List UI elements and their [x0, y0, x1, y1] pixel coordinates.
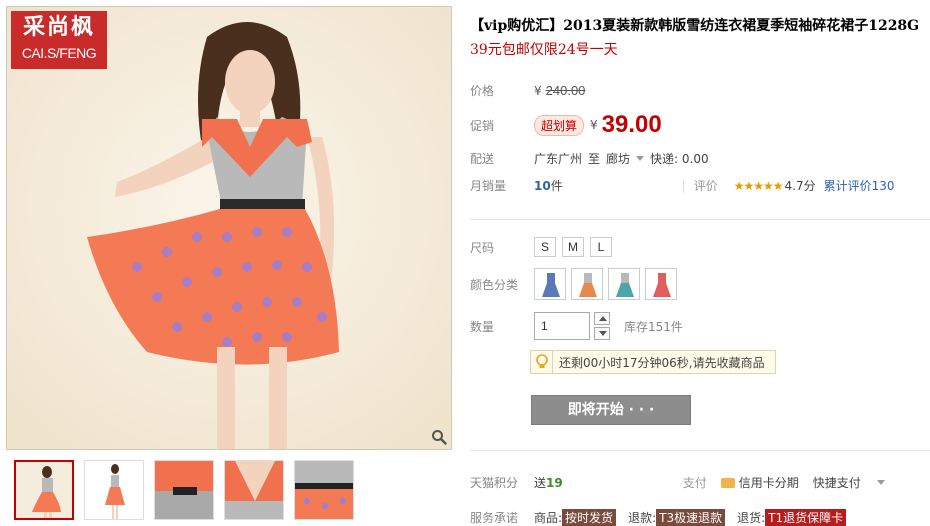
size-option-l[interactable]: L — [590, 237, 612, 257]
size-row: 尺码 S M L — [470, 237, 618, 257]
color-row: 颜色分类 — [470, 268, 682, 300]
refund-label: 退款: — [628, 511, 657, 525]
price-row: 价格 ¥ 240.00 — [470, 82, 585, 99]
quantity-input[interactable] — [534, 312, 590, 340]
magnifier-icon[interactable] — [431, 429, 447, 445]
promo-currency-symbol: ¥ — [590, 118, 598, 132]
service-promise-label: 服务承诺 — [470, 511, 519, 525]
brand-logo-en: CAI.S/FENG — [21, 45, 97, 61]
brand-logo: 采尚枫 CAI.S/FENG — [11, 11, 107, 69]
increment-button[interactable] — [594, 312, 610, 325]
size-option-s[interactable]: S — [534, 237, 556, 257]
points-give: 送 — [534, 476, 547, 490]
quantity-row: 数量 库存151件 — [470, 312, 683, 340]
payment-label: 支付 — [682, 476, 707, 490]
returns-label: 退货: — [737, 511, 766, 525]
color-swatch-orange[interactable] — [571, 268, 603, 300]
divider — [682, 178, 684, 193]
promo-badge: 超划算 — [534, 114, 585, 136]
product-subtitle: 39元包邮仅限24号一天 — [470, 42, 618, 58]
on-time-delivery-tag[interactable]: 按时发货 — [562, 509, 617, 526]
thumbnail-strip — [14, 460, 354, 522]
lightbulb-icon — [531, 351, 553, 373]
divider-line — [470, 219, 930, 220]
monthly-sales-label: 月销量 — [470, 179, 507, 193]
promo-label: 促销 — [470, 118, 495, 133]
monthly-sales-count: 10 — [534, 178, 551, 193]
divider-line — [470, 450, 930, 451]
service-promise-row: 服务承诺 商品: 按时发货 退款: T3极速退款 退货: T1退货保障卡 — [470, 509, 847, 526]
main-product-image[interactable]: 采尚枫 CAI.S/FENG — [6, 6, 452, 450]
currency-symbol: ¥ — [534, 83, 542, 98]
quick-pay-link[interactable]: 快捷支付 — [813, 474, 861, 491]
size-label: 尺码 — [470, 240, 495, 255]
color-swatch-teal[interactable] — [608, 268, 640, 300]
product-title: 【vip购优汇】2013夏装新款韩版雪纺连衣裙夏季短袖碎花裙子1228G — [470, 18, 920, 34]
chevron-down-icon[interactable] — [876, 480, 885, 485]
model-photo — [7, 7, 451, 449]
thumbnail-1[interactable] — [14, 460, 74, 520]
thumbnail-2[interactable] — [84, 460, 144, 520]
tmall-points-label: 天猫积分 — [470, 476, 519, 490]
sales-row: 月销量 10 件 评价 ★★★★★ 4.7分 累计评价130 — [470, 177, 895, 194]
color-label: 颜色分类 — [470, 277, 519, 292]
countdown-text: 还剩00小时17分钟06秒,请先收藏商品 — [559, 355, 765, 370]
express-fee: 快递: 0.00 — [650, 152, 709, 166]
size-option-m[interactable]: M — [562, 237, 584, 257]
credit-card-icon — [720, 477, 735, 488]
points-row: 天猫积分 送 19 支付 信用卡分期 快捷支付 — [470, 474, 891, 491]
promo-row: 促销 超划算 ¥ 39.00 — [470, 111, 662, 139]
color-swatch-blue[interactable] — [534, 268, 566, 300]
rating-label: 评价 — [693, 179, 718, 193]
original-price: 240.00 — [545, 83, 586, 98]
stock-count: 库存151件 — [624, 319, 683, 334]
shipping-label: 配送 — [470, 152, 495, 166]
ship-from: 广东广州 — [534, 152, 583, 166]
quantity-stepper — [594, 312, 610, 340]
fast-refund-tag[interactable]: T3极速退款 — [656, 509, 726, 526]
promo-price: 39.00 — [601, 111, 662, 138]
color-swatch-red[interactable] — [645, 268, 677, 300]
points-value: 19 — [546, 475, 563, 490]
total-reviews-link[interactable]: 累计评价130 — [824, 177, 895, 194]
chevron-down-icon[interactable] — [636, 156, 645, 161]
credit-installment-link[interactable]: 信用卡分期 — [739, 474, 799, 491]
coming-soon-button[interactable]: 即将开始 · · · — [531, 395, 691, 425]
goods-label: 商品: — [534, 511, 563, 525]
countdown-notice: 还剩00小时17分钟06秒,请先收藏商品 — [530, 350, 776, 374]
thumbnail-4[interactable] — [224, 460, 284, 520]
decrement-button[interactable] — [594, 327, 610, 340]
product-info-panel: 【vip购优汇】2013夏装新款韩版雪纺连衣裙夏季短袖碎花裙子1228G 39元… — [470, 14, 930, 74]
brand-logo-cn: 采尚枫 — [22, 14, 95, 40]
quantity-label: 数量 — [470, 319, 495, 334]
ship-to-word: 至 — [588, 152, 601, 166]
shipping-row: 配送 广东广州 至 廊坊 快递: 0.00 — [470, 150, 709, 167]
rating-value: 4.7分 — [784, 179, 816, 193]
thumbnail-3[interactable] — [154, 460, 214, 520]
return-guarantee-tag[interactable]: T1退货保障卡 — [765, 509, 847, 526]
ship-destination-select[interactable]: 廊坊 — [606, 150, 630, 167]
rating-stars: ★★★★★ — [733, 178, 784, 193]
price-label: 价格 — [470, 84, 495, 98]
monthly-sales-unit: 件 — [550, 179, 563, 193]
thumbnail-5[interactable] — [294, 460, 354, 520]
